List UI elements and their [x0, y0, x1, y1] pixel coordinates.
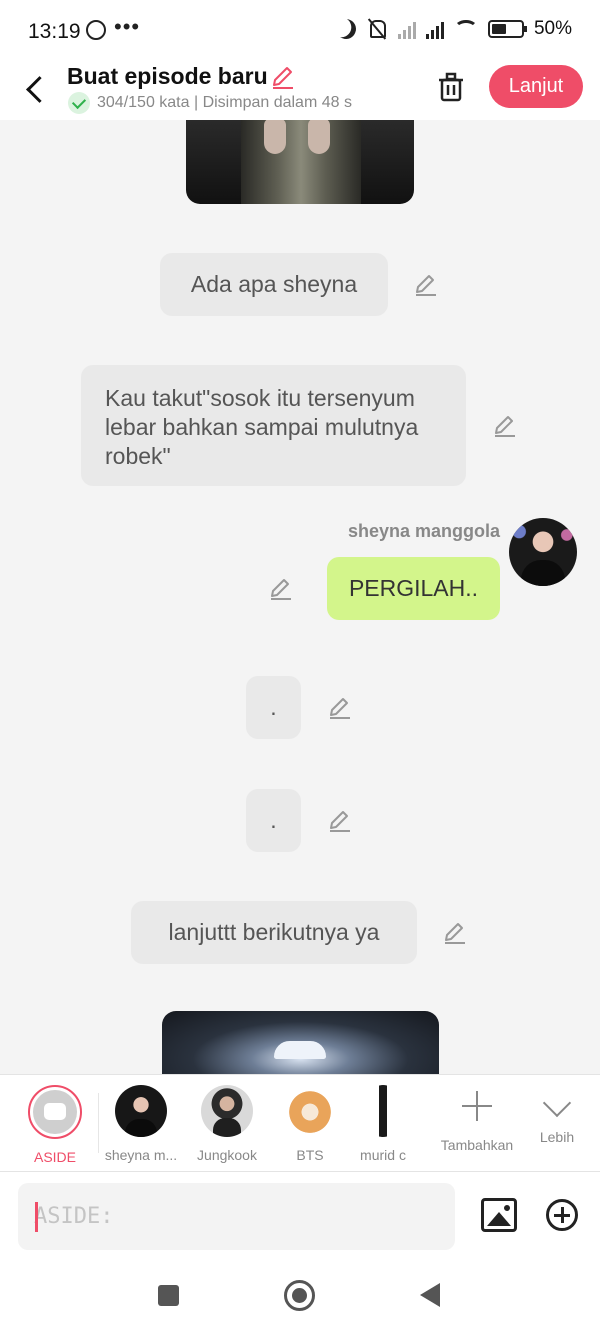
message-text: . [270, 694, 277, 720]
save-status: 304/150 kata | Disimpan dalam 48 s [68, 92, 352, 114]
character-label: BTS [296, 1147, 324, 1163]
character-murid[interactable]: murid c [352, 1085, 414, 1163]
avatar [115, 1085, 167, 1137]
next-button[interactable]: Lanjut [489, 65, 583, 108]
pencil-icon[interactable] [327, 695, 353, 721]
editor-header: Buat episode baru 304/150 kata | Disimpa… [0, 62, 600, 120]
signal-icon [425, 19, 444, 39]
whatsapp-icon [86, 20, 106, 40]
character-aside[interactable]: ASIDE [14, 1085, 96, 1165]
character-label: sheyna m... [104, 1147, 178, 1163]
pencil-icon[interactable] [413, 272, 439, 298]
check-icon [68, 92, 90, 114]
character-label: murid c [360, 1147, 406, 1163]
story-image[interactable] [162, 1011, 439, 1074]
message-text: Ada apa sheyna [190, 271, 358, 297]
aside-icon [28, 1085, 82, 1139]
nav-back-icon[interactable] [420, 1283, 440, 1307]
back-icon[interactable] [22, 68, 52, 108]
character-jungkook[interactable]: Jungkook [186, 1085, 268, 1163]
message-input[interactable] [18, 1183, 455, 1250]
plus-icon [462, 1091, 492, 1121]
message-text: PERGILAH.. [348, 575, 479, 601]
avatar[interactable] [509, 518, 577, 586]
avatar [284, 1085, 336, 1137]
message-text: Kau takut"sosok itu tersenyum lebar bahk… [105, 385, 419, 469]
character-label: ASIDE [33, 1149, 76, 1165]
character-sheyna[interactable]: sheyna m... [100, 1085, 182, 1163]
home-icon[interactable] [284, 1280, 315, 1311]
pencil-icon[interactable] [270, 64, 296, 90]
add-character-button[interactable]: Tambahkan [436, 1085, 518, 1153]
avatar [363, 1085, 403, 1137]
image-detail [308, 120, 330, 154]
page-title: Buat episode baru [67, 63, 268, 89]
system-nav-bar [0, 1262, 600, 1333]
recents-icon[interactable] [158, 1285, 179, 1306]
status-bar: 13:19 ••• 50% [0, 0, 600, 62]
battery-percent: 50% [533, 18, 572, 39]
avatar [201, 1085, 253, 1137]
battery-icon [487, 20, 527, 38]
message-text: . [270, 807, 277, 833]
status-overflow-dots: ••• [114, 14, 141, 39]
mute-icon [366, 18, 388, 40]
character-label: Jungkook [197, 1147, 257, 1163]
text-caret [35, 1202, 38, 1232]
signal-icon [397, 19, 416, 39]
input-bar [0, 1172, 600, 1262]
more-button[interactable]: Lebih [516, 1085, 598, 1145]
image-figure [241, 120, 361, 204]
status-right-icons: 50% [336, 18, 572, 40]
pencil-icon[interactable] [492, 413, 518, 439]
wifi-icon [453, 20, 478, 38]
status-time: 13:19 [28, 20, 81, 43]
pencil-icon[interactable] [442, 920, 468, 946]
character-bts[interactable]: BTS [269, 1085, 351, 1163]
save-status-text: 304/150 kata | Disimpan dalam 48 s [97, 94, 352, 111]
chevron-down-icon [542, 1088, 572, 1118]
narration-bubble[interactable]: Ada apa sheyna [160, 253, 388, 316]
narration-bubble[interactable]: . [246, 676, 301, 739]
more-label: Lebih [539, 1129, 575, 1145]
divider [98, 1093, 99, 1153]
narration-bubble[interactable]: lanjuttt berikutnya ya [131, 901, 417, 964]
character-bubble[interactable]: PERGILAH.. [327, 557, 500, 620]
trash-icon[interactable] [437, 72, 465, 102]
story-image[interactable] [186, 120, 414, 204]
message-text: lanjuttt berikutnya ya [168, 919, 380, 945]
sender-name: sheyna manggola [347, 521, 500, 541]
add-circle-icon[interactable] [546, 1199, 578, 1231]
image-detail [264, 120, 286, 154]
pencil-icon[interactable] [327, 808, 353, 834]
add-label: Tambahkan [440, 1137, 514, 1153]
character-selector: ASIDE sheyna m... Jungkook BTS murid c T… [0, 1074, 600, 1172]
narration-bubble[interactable]: Kau takut"sosok itu tersenyum lebar bahk… [81, 365, 466, 486]
chat-area[interactable]: Ada apa sheyna Kau takut"sosok itu terse… [0, 120, 600, 1074]
pencil-icon[interactable] [268, 576, 294, 602]
image-icon[interactable] [481, 1198, 517, 1232]
image-detail [274, 1041, 326, 1059]
narration-bubble[interactable]: . [246, 789, 301, 852]
moon-icon [333, 16, 359, 42]
